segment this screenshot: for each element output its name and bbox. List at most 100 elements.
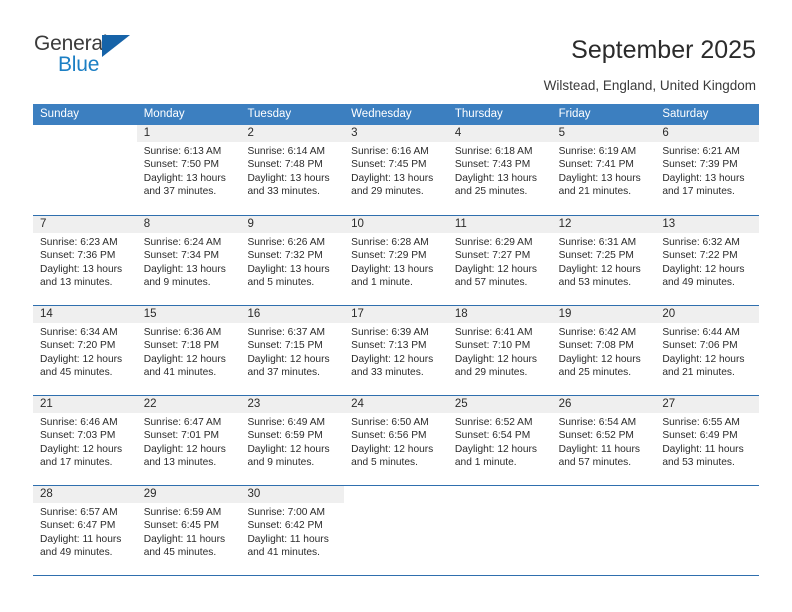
sunrise-text: Sunrise: 6:18 AM <box>454 146 533 157</box>
calendar-day-cell[interactable]: 11 Sunrise: 6:29 AM Sunset: 7:27 PM Dayligh… <box>447 216 552 306</box>
weekday-header-wednesday: Wednesday <box>351 108 412 120</box>
day-detail-lines: Sunrise: 7:00 AM Sunset: 6:42 PM Daylight:… <box>240 503 344 560</box>
general-blue-logo[interactable]: General Blue <box>34 32 154 80</box>
calendar-day-cell[interactable]: 9 Sunrise: 6:26 AM Sunset: 7:32 PM Daylight… <box>240 216 345 306</box>
sunset-text: Sunset: 6:47 PM <box>40 520 116 532</box>
daylight-text: and 53 minutes. <box>558 277 632 289</box>
daylight-text: and 21 minutes. <box>558 186 632 198</box>
daylight-text: and 1 minute. <box>351 277 413 289</box>
sunset-text: Sunset: 7:20 PM <box>40 340 116 352</box>
calendar-day-cell[interactable]: 28 Sunrise: 6:57 AM Sunset: 6:47 PM Dayligh… <box>33 486 137 576</box>
daylight-text: Daylight: 12 hours <box>558 263 641 275</box>
calendar-empty-cell <box>448 486 552 576</box>
calendar-day-cell[interactable]: 18 Sunrise: 6:41 AM Sunset: 7:10 PM Dayligh… <box>447 306 552 396</box>
sunset-text: Sunset: 7:45 PM <box>351 159 427 171</box>
daylight-text: Daylight: 12 hours <box>247 443 330 455</box>
day-number-band <box>33 216 137 233</box>
daylight-text: Daylight: 13 hours <box>351 172 434 184</box>
sunset-text: Sunset: 7:27 PM <box>454 250 531 262</box>
calendar-day-cell[interactable]: 24 Sunrise: 6:50 AM Sunset: 6:56 PM Dayligh… <box>344 396 448 486</box>
sunset-text: Sunset: 6:45 PM <box>143 520 220 532</box>
sunrise-text: Sunrise: 6:44 AM <box>662 327 740 338</box>
day-number-band <box>33 125 137 142</box>
sunset-text: Sunset: 7:39 PM <box>662 159 738 171</box>
day-number-band <box>448 486 552 503</box>
daylight-text: Daylight: 12 hours <box>662 263 745 275</box>
calendar-day-cell[interactable]: 4 Sunrise: 6:18 AM Sunset: 7:43 PM Daylight… <box>447 125 552 215</box>
daylight-text: and 57 minutes. <box>454 277 528 289</box>
calendar-day-cell[interactable]: 20 Sunrise: 6:44 AM Sunset: 7:06 PM Dayligh… <box>655 306 760 396</box>
calendar-weekday-header-row: Sunday Monday Tuesday Wednesday Thursday… <box>33 104 759 125</box>
calendar-day-cell[interactable]: 3 Sunrise: 6:16 AM Sunset: 7:45 PM Daylight… <box>344 125 448 215</box>
calendar-day-cell[interactable]: 21 Sunrise: 6:46 AM Sunset: 7:03 PM Dayligh… <box>33 396 137 486</box>
calendar-day-cell[interactable]: 15 Sunrise: 6:36 AM Sunset: 7:18 PM Dayligh… <box>136 306 241 396</box>
sunrise-text: Sunrise: 6:50 AM <box>351 417 429 428</box>
daylight-text: and 53 minutes. <box>662 457 735 469</box>
daylight-text: Daylight: 13 hours <box>247 263 330 275</box>
sunrise-text: Sunrise: 6:21 AM <box>662 146 740 157</box>
logo-text-blue: Blue <box>58 53 100 76</box>
day-detail-lines: Sunrise: 6:52 AM Sunset: 6:54 PM Daylight:… <box>448 413 552 470</box>
calendar-day-cell[interactable]: 23 Sunrise: 6:49 AM Sunset: 6:59 PM Dayligh… <box>240 396 345 486</box>
calendar-day-cell[interactable]: 8 Sunrise: 6:24 AM Sunset: 7:34 PM Daylight… <box>136 216 241 306</box>
sunrise-text: Sunrise: 6:54 AM <box>558 417 637 428</box>
sunset-text: Sunset: 7:29 PM <box>351 250 427 262</box>
calendar-day-cell[interactable]: 14 Sunrise: 6:34 AM Sunset: 7:20 PM Dayligh… <box>33 306 137 396</box>
calendar-day-cell[interactable]: 13 Sunrise: 6:32 AM Sunset: 7:22 PM Dayligh… <box>655 216 760 306</box>
day-number: 8 <box>143 218 151 230</box>
calendar-day-cell[interactable]: 12 Sunrise: 6:31 AM Sunset: 7:25 PM Dayligh… <box>551 216 656 306</box>
sunrise-text: Sunrise: 6:28 AM <box>351 237 429 248</box>
daylight-text: Daylight: 13 hours <box>247 172 330 184</box>
day-number: 26 <box>558 398 572 410</box>
sunrise-text: Sunrise: 6:55 AM <box>662 417 740 428</box>
calendar-weeks: 1 Sunrise: 6:13 AM Sunset: 7:50 PM Daylight… <box>33 125 760 576</box>
daylight-text: Daylight: 12 hours <box>454 443 537 455</box>
calendar-empty-cell <box>33 125 137 215</box>
calendar-day-cell[interactable]: 16 Sunrise: 6:37 AM Sunset: 7:15 PM Dayligh… <box>240 306 345 396</box>
day-detail-lines: Sunrise: 6:16 AM Sunset: 7:45 PM Daylight:… <box>344 142 448 199</box>
sunrise-text: Sunrise: 6:24 AM <box>143 237 222 248</box>
sunrise-text: Sunrise: 6:49 AM <box>247 417 326 428</box>
day-number-band <box>655 486 759 503</box>
sunset-text: Sunset: 7:13 PM <box>351 340 427 352</box>
calendar-day-cell[interactable]: 29 Sunrise: 6:59 AM Sunset: 6:45 PM Dayligh… <box>136 486 241 576</box>
calendar-day-cell[interactable]: 27 Sunrise: 6:55 AM Sunset: 6:49 PM Dayligh… <box>655 396 760 486</box>
day-detail-lines: Sunrise: 6:47 AM Sunset: 7:01 PM Daylight:… <box>137 413 241 470</box>
calendar-day-cell[interactable]: 26 Sunrise: 6:54 AM Sunset: 6:52 PM Dayligh… <box>551 396 656 486</box>
calendar-day-cell[interactable]: 22 Sunrise: 6:47 AM Sunset: 7:01 PM Dayligh… <box>136 396 241 486</box>
day-detail-lines: Sunrise: 6:14 AM Sunset: 7:48 PM Daylight:… <box>240 142 344 199</box>
logo-triangle-icon <box>102 35 130 57</box>
weekday-header-friday: Friday <box>558 108 591 120</box>
sunset-text: Sunset: 7:10 PM <box>454 340 531 352</box>
calendar-day-cell[interactable]: 30 Sunrise: 7:00 AM Sunset: 6:42 PM Dayligh… <box>240 486 345 576</box>
day-number: 2 <box>247 127 254 139</box>
calendar-day-cell[interactable]: 10 Sunrise: 6:28 AM Sunset: 7:29 PM Dayligh… <box>344 216 448 306</box>
calendar-day-cell[interactable]: 25 Sunrise: 6:52 AM Sunset: 6:54 PM Dayligh… <box>447 396 552 486</box>
sunset-text: Sunset: 7:36 PM <box>40 250 116 262</box>
sunset-text: Sunset: 7:41 PM <box>558 159 634 171</box>
daylight-text: Daylight: 12 hours <box>143 353 226 365</box>
daylight-text: Daylight: 13 hours <box>143 263 226 275</box>
weekday-header-monday: Monday <box>143 108 185 120</box>
day-number: 10 <box>351 218 364 230</box>
daylight-text: Daylight: 13 hours <box>351 263 434 275</box>
calendar-day-cell[interactable]: 6 Sunrise: 6:21 AM Sunset: 7:39 PM Daylight… <box>655 125 760 215</box>
day-number: 5 <box>558 127 565 139</box>
daylight-text: and 5 minutes. <box>351 457 418 469</box>
day-number-band <box>344 486 448 503</box>
day-detail-lines: Sunrise: 6:32 AM Sunset: 7:22 PM Daylight:… <box>655 233 759 290</box>
sunset-text: Sunset: 7:48 PM <box>247 159 323 171</box>
calendar-day-cell[interactable]: 2 Sunrise: 6:14 AM Sunset: 7:48 PM Daylight… <box>240 125 345 215</box>
daylight-text: Daylight: 12 hours <box>662 353 745 365</box>
calendar-day-cell[interactable]: 19 Sunrise: 6:42 AM Sunset: 7:08 PM Dayligh… <box>551 306 656 396</box>
day-number: 11 <box>454 218 467 230</box>
calendar-day-cell[interactable]: 17 Sunrise: 6:39 AM Sunset: 7:13 PM Dayligh… <box>344 306 448 396</box>
sunset-text: Sunset: 6:54 PM <box>454 430 531 442</box>
daylight-text: Daylight: 11 hours <box>558 443 640 455</box>
sunrise-text: Sunrise: 6:36 AM <box>143 327 222 338</box>
calendar-day-cell[interactable]: 7 Sunrise: 6:23 AM Sunset: 7:36 PM Daylight… <box>33 216 137 306</box>
sunset-text: Sunset: 7:50 PM <box>143 159 220 171</box>
calendar-day-cell[interactable]: 5 Sunrise: 6:19 AM Sunset: 7:41 PM Daylight… <box>551 125 656 215</box>
sunrise-text: Sunrise: 6:13 AM <box>143 146 222 157</box>
calendar-day-cell[interactable]: 1 Sunrise: 6:13 AM Sunset: 7:50 PM Daylight… <box>136 125 241 215</box>
